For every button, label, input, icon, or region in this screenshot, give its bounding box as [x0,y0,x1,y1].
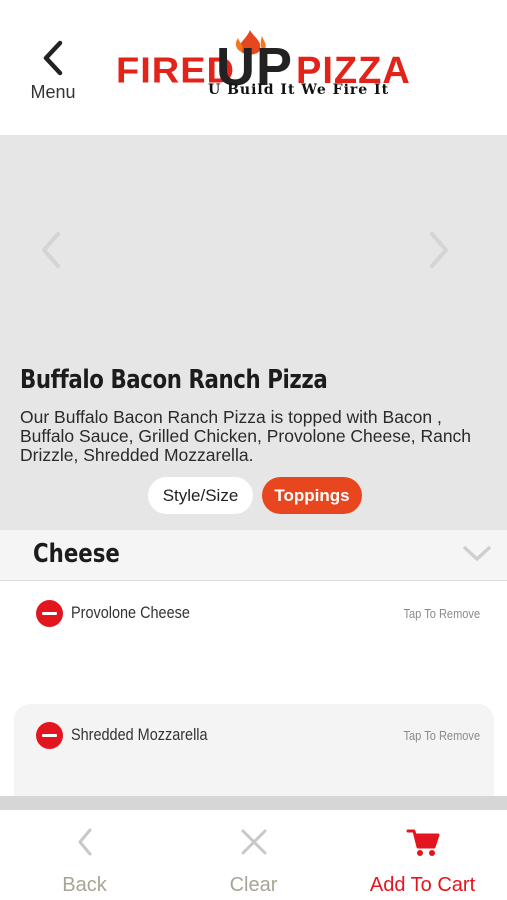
add-to-cart-label: Add To Cart [369,874,476,896]
topping-name: Shredded Mozzarella [71,725,208,744]
tap-to-remove-hint: Tap To Remove [403,728,480,743]
logo-tagline: U Build It We Fire It [208,82,390,98]
back-label: Back [62,874,107,896]
shopping-cart-icon [406,829,439,856]
app-header: Menu FIRED UP PIZZA U Build It We Fire I… [0,0,507,135]
section-title: Cheese [33,539,120,569]
topping-item[interactable]: Provolone Cheese Tap To Remove [14,582,494,692]
section-header-cheese[interactable]: Cheese [0,530,507,581]
topping-name: Provolone Cheese [71,603,190,622]
back-to-menu-button[interactable]: Menu [22,40,84,106]
divider [0,796,507,810]
close-icon [241,829,266,855]
remove-icon[interactable] [36,722,63,749]
tab-toppings[interactable]: Toppings [262,477,362,514]
product-description: Our Buffalo Bacon Ranch Pizza is topped … [20,407,472,465]
chevron-left-icon [43,40,63,76]
next-image-arrow-icon[interactable] [424,230,454,270]
toppings-list: Provolone Cheese Tap To Remove Shredded … [0,582,507,810]
tab-style-size[interactable]: Style/Size [148,477,253,514]
product-title: Buffalo Bacon Ranch Pizza [20,365,328,395]
chevron-down-icon [463,546,491,561]
option-tabs: Style/Size Toppings [0,477,507,515]
clear-button[interactable]: Clear [169,810,338,900]
bottom-action-bar: Back Clear Add To Cart [0,810,507,900]
back-button[interactable]: Back [0,810,169,900]
add-to-cart-button[interactable]: Add To Cart [338,810,507,900]
product-hero: Buffalo Bacon Ranch Pizza Our Buffalo Ba… [0,135,507,530]
back-to-menu-label: Menu [30,82,76,102]
chevron-left-icon [78,828,91,856]
previous-image-arrow-icon[interactable] [36,230,66,270]
fired-up-pizza-logo: FIRED UP PIZZA U Build It We Fire It [116,30,410,105]
clear-label: Clear [229,874,278,896]
topping-item[interactable]: Shredded Mozzarella Tap To Remove [14,704,494,810]
remove-icon[interactable] [36,600,63,627]
tap-to-remove-hint: Tap To Remove [403,606,480,621]
